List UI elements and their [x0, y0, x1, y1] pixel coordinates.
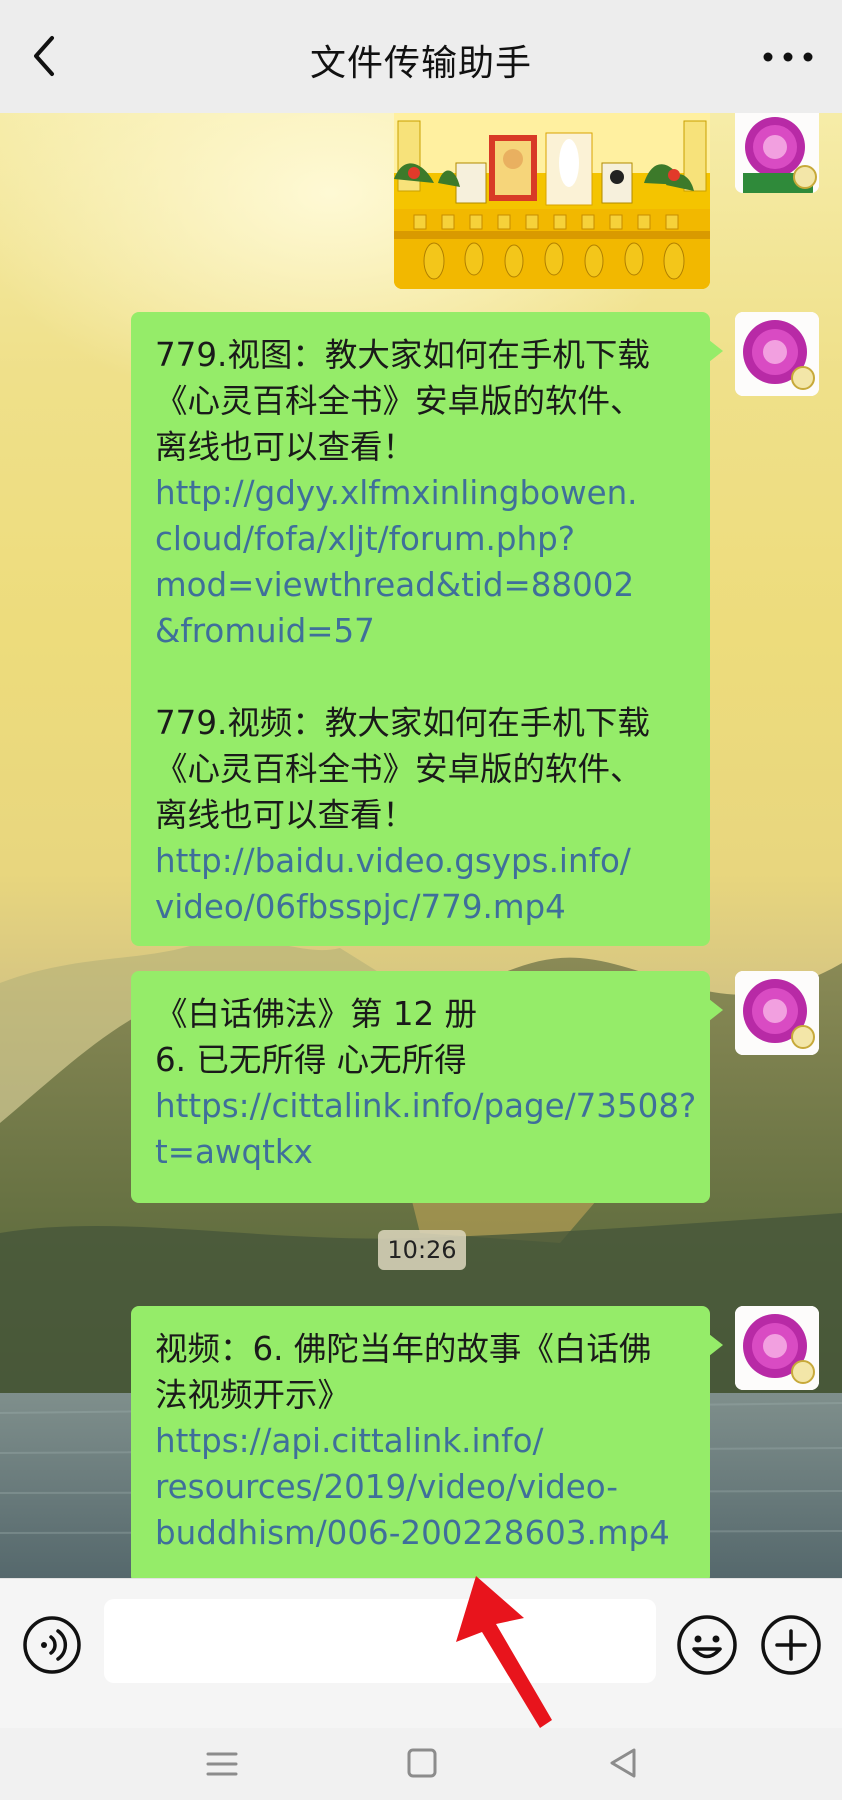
text-message[interactable]: 779.视图：教大家如何在手机下载 《心灵百科全书》安卓版的软件、 离线也可以查… — [131, 312, 723, 946]
message-link[interactable]: mod=viewthread&tid=88002 — [155, 562, 686, 608]
message-link[interactable]: buddhism/006-200228603.mp4 — [155, 1510, 686, 1556]
message-line: 779.视图：教大家如何在手机下载 — [155, 336, 650, 374]
annotation-arrow — [456, 1576, 552, 1728]
emoji-icon — [677, 1615, 737, 1675]
text-message[interactable]: 《白话佛法》第 12 册 6. 已无所得 心无所得 https://cittal… — [131, 971, 723, 1203]
avatar[interactable] — [735, 971, 819, 1055]
message-timestamp: 10:26 — [378, 1230, 466, 1270]
shrine-image — [394, 113, 710, 289]
message-link[interactable]: t=awqtkx — [155, 1129, 686, 1175]
avatar[interactable] — [735, 113, 819, 193]
message-link[interactable]: cloud/fofa/xljt/forum.php? — [155, 516, 686, 562]
message-link[interactable]: http://gdyy.xlfmxinlingbowen. — [155, 470, 686, 516]
image-message[interactable] — [394, 113, 710, 289]
chat-title: 文件传输助手 — [309, 43, 532, 84]
lotus-avatar-icon — [735, 312, 819, 396]
message-line: 《白话佛法》第 12 册 — [155, 995, 478, 1033]
message-line: 6. 已无所得 心无所得 — [155, 1041, 467, 1079]
voice-icon — [23, 1616, 81, 1674]
lotus-avatar-icon — [735, 1306, 819, 1390]
more-dots-icon — [763, 52, 813, 62]
more-button[interactable] — [760, 42, 816, 72]
lotus-avatar-icon — [735, 971, 819, 1055]
voice-button[interactable] — [22, 1615, 82, 1675]
message-input-bar — [0, 1578, 842, 1729]
nav-home-button[interactable] — [398, 1742, 446, 1786]
home-square-icon — [407, 1748, 437, 1778]
emoji-button[interactable] — [676, 1614, 738, 1676]
message-link[interactable]: video/06fbsspjc/779.mp4 — [155, 884, 686, 930]
avatar[interactable] — [735, 1306, 819, 1390]
message-link[interactable]: http://baidu.video.gsyps.info/ — [155, 838, 686, 884]
message-link[interactable]: &fromuid=57 — [155, 608, 686, 654]
message-line: 《心灵百科全书》安卓版的软件、 — [155, 750, 643, 788]
message-link[interactable]: https://api.cittalink.info/ — [155, 1418, 686, 1464]
plus-icon — [761, 1615, 821, 1675]
system-navigation-bar — [0, 1728, 842, 1800]
message-line: 779.视频：教大家如何在手机下载 — [155, 704, 650, 742]
nav-back-button[interactable] — [600, 1742, 648, 1786]
text-message[interactable]: 视频：6. 佛陀当年的故事《白话佛 法视频开示》 https://api.cit… — [131, 1306, 723, 1578]
message-line: 离线也可以查看！ — [155, 428, 416, 466]
header-bar: 文件传输助手 — [0, 0, 842, 113]
chat-area[interactable]: 779.视图：教大家如何在手机下载 《心灵百科全书》安卓版的软件、 离线也可以查… — [0, 113, 842, 1578]
menu-icon — [206, 1752, 238, 1776]
message-input[interactable] — [104, 1599, 656, 1683]
back-triangle-icon — [610, 1748, 636, 1778]
more-functions-button[interactable] — [760, 1614, 822, 1676]
message-line: 视频：6. 佛陀当年的故事《白话佛 — [155, 1330, 652, 1368]
message-link[interactable]: resources/2019/video/video- — [155, 1464, 686, 1510]
message-line: 《心灵百科全书》安卓版的软件、 — [155, 382, 643, 420]
message-line: 法视频开示》 — [155, 1376, 351, 1414]
message-link[interactable]: https://cittalink.info/page/73508? — [155, 1083, 696, 1129]
message-line: 离线也可以查看！ — [155, 796, 416, 834]
avatar[interactable] — [735, 312, 819, 396]
nav-menu-button[interactable] — [198, 1742, 246, 1786]
lotus-avatar-icon — [735, 113, 819, 193]
